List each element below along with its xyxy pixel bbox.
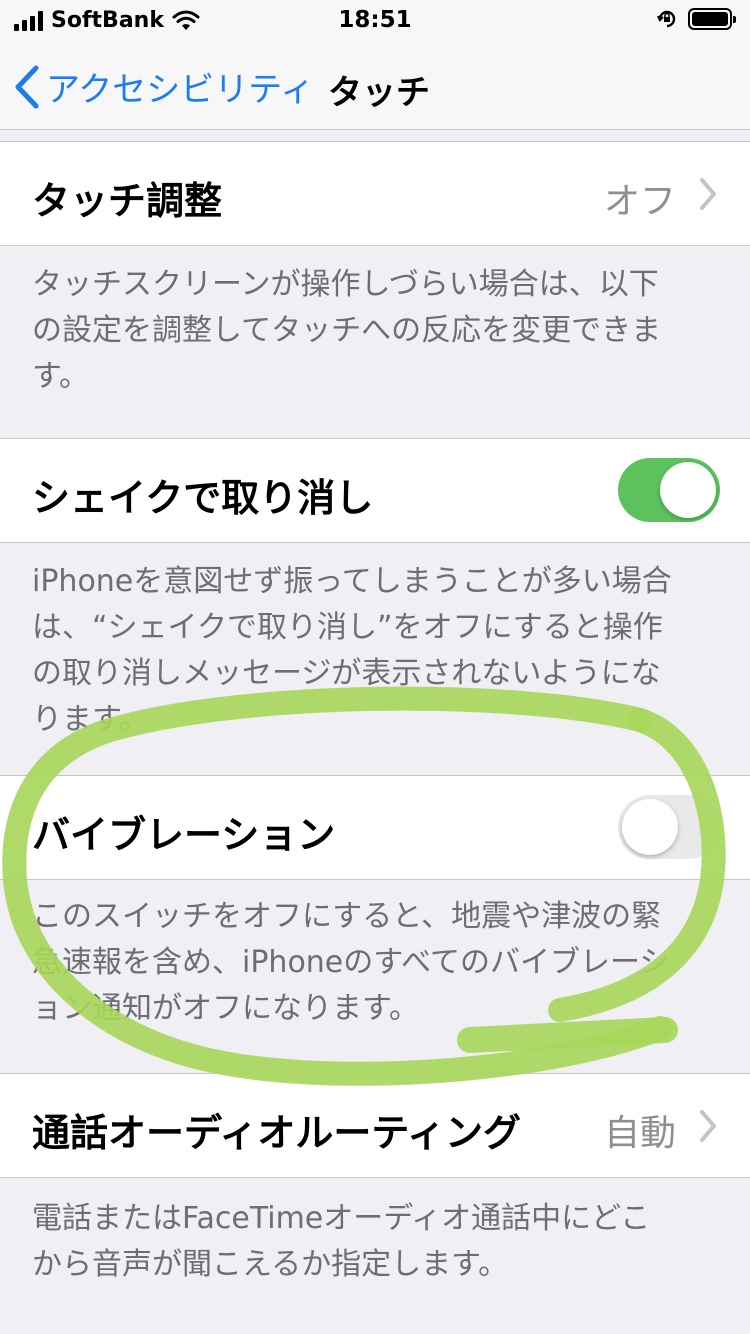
vibration-row: バイブレーション bbox=[0, 775, 750, 880]
footer-line: は、“シェイクで取り消し”をオフにすると操作 bbox=[32, 610, 663, 645]
chevron-left-icon bbox=[15, 65, 39, 108]
call-audio-routing-label: 通話オーディオルーティング bbox=[32, 1111, 522, 1155]
footer-line: このスイッチをオフにすると、地震や津波の緊 bbox=[32, 899, 662, 934]
vibration-label: バイブレーション bbox=[32, 813, 336, 857]
orientation-lock-icon bbox=[657, 10, 676, 28]
touch-accommodations-row[interactable]: タッチ調整 オフ bbox=[0, 141, 750, 246]
call-audio-routing-footer: 電話またはFaceTimeオーディオ通話中にどこ から音声が聞こえるか指定します… bbox=[32, 1196, 722, 1288]
screen: SoftBank 18:51 アクセシビリティ タッチ タッチ調整 オフ タッチ… bbox=[0, 0, 750, 1334]
footer-line: ョン通知がオフになります。 bbox=[32, 991, 419, 1026]
call-audio-routing-value: 自動 bbox=[603, 1113, 676, 1154]
footer-line: タッチスクリーンが操作しづらい場合は、以下 bbox=[32, 267, 659, 302]
call-audio-routing-row[interactable]: 通話オーディオルーティング 自動 bbox=[0, 1073, 750, 1178]
switch-knob bbox=[660, 462, 716, 518]
back-button[interactable]: アクセシビリティ bbox=[14, 62, 314, 111]
chevron-right-icon bbox=[700, 178, 716, 210]
footer-line: ります。 bbox=[32, 702, 149, 737]
battery-icon bbox=[688, 8, 736, 30]
footer-line: の設定を調整してタッチへの反応を変更できま bbox=[32, 313, 662, 348]
status-right bbox=[656, 8, 736, 30]
footer-line: iPhoneを意図せず振ってしまうことが多い場合 bbox=[32, 564, 672, 599]
shake-to-undo-row: シェイクで取り消し bbox=[0, 438, 750, 543]
touch-accommodations-footer: タッチスクリーンが操作しづらい場合は、以下 の設定を調整してタッチへの反応を変更… bbox=[32, 262, 722, 400]
shake-to-undo-switch[interactable] bbox=[618, 458, 720, 522]
footer-line: 急速報を含め、iPhoneのすべてのバイブレーシ bbox=[32, 945, 670, 980]
chevron-right-icon bbox=[700, 1110, 716, 1142]
navigation-bar: アクセシビリティ タッチ bbox=[0, 40, 750, 130]
shake-to-undo-footer: iPhoneを意図せず振ってしまうことが多い場合 は、“シェイクで取り消し”をオ… bbox=[32, 559, 722, 743]
touch-accommodations-value: オフ bbox=[603, 181, 676, 222]
vibration-switch[interactable] bbox=[618, 795, 720, 859]
page-title: タッチ bbox=[328, 73, 430, 113]
status-time: 18:51 bbox=[338, 7, 412, 33]
shake-to-undo-label: シェイクで取り消し bbox=[32, 476, 374, 520]
back-button-label: アクセシビリティ bbox=[46, 70, 315, 110]
touch-accommodations-label: タッチ調整 bbox=[32, 179, 223, 223]
footer-line: す。 bbox=[32, 359, 89, 394]
footer-line: 電話またはFaceTimeオーディオ通話中にどこ bbox=[32, 1201, 651, 1236]
vibration-footer: このスイッチをオフにすると、地震や津波の緊 急速報を含め、iPhoneのすべての… bbox=[32, 894, 722, 1032]
switch-knob bbox=[622, 799, 678, 855]
status-bar: SoftBank 18:51 bbox=[0, 0, 750, 40]
footer-line: から音声が聞こえるか指定します。 bbox=[32, 1247, 509, 1282]
footer-line: の取り消しメッセージが表示されないようにな bbox=[32, 656, 661, 691]
